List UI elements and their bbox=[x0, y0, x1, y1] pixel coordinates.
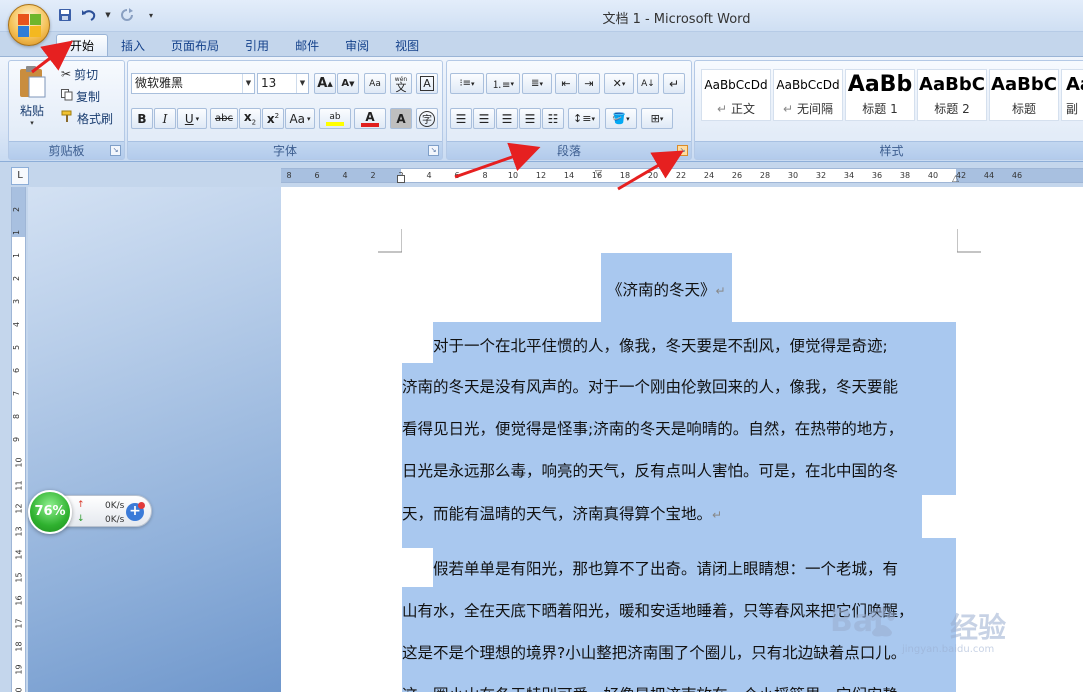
annotation-arrow-tab bbox=[31, 40, 684, 191]
office-logo-icon bbox=[18, 14, 42, 38]
office-button[interactable] bbox=[8, 4, 50, 46]
